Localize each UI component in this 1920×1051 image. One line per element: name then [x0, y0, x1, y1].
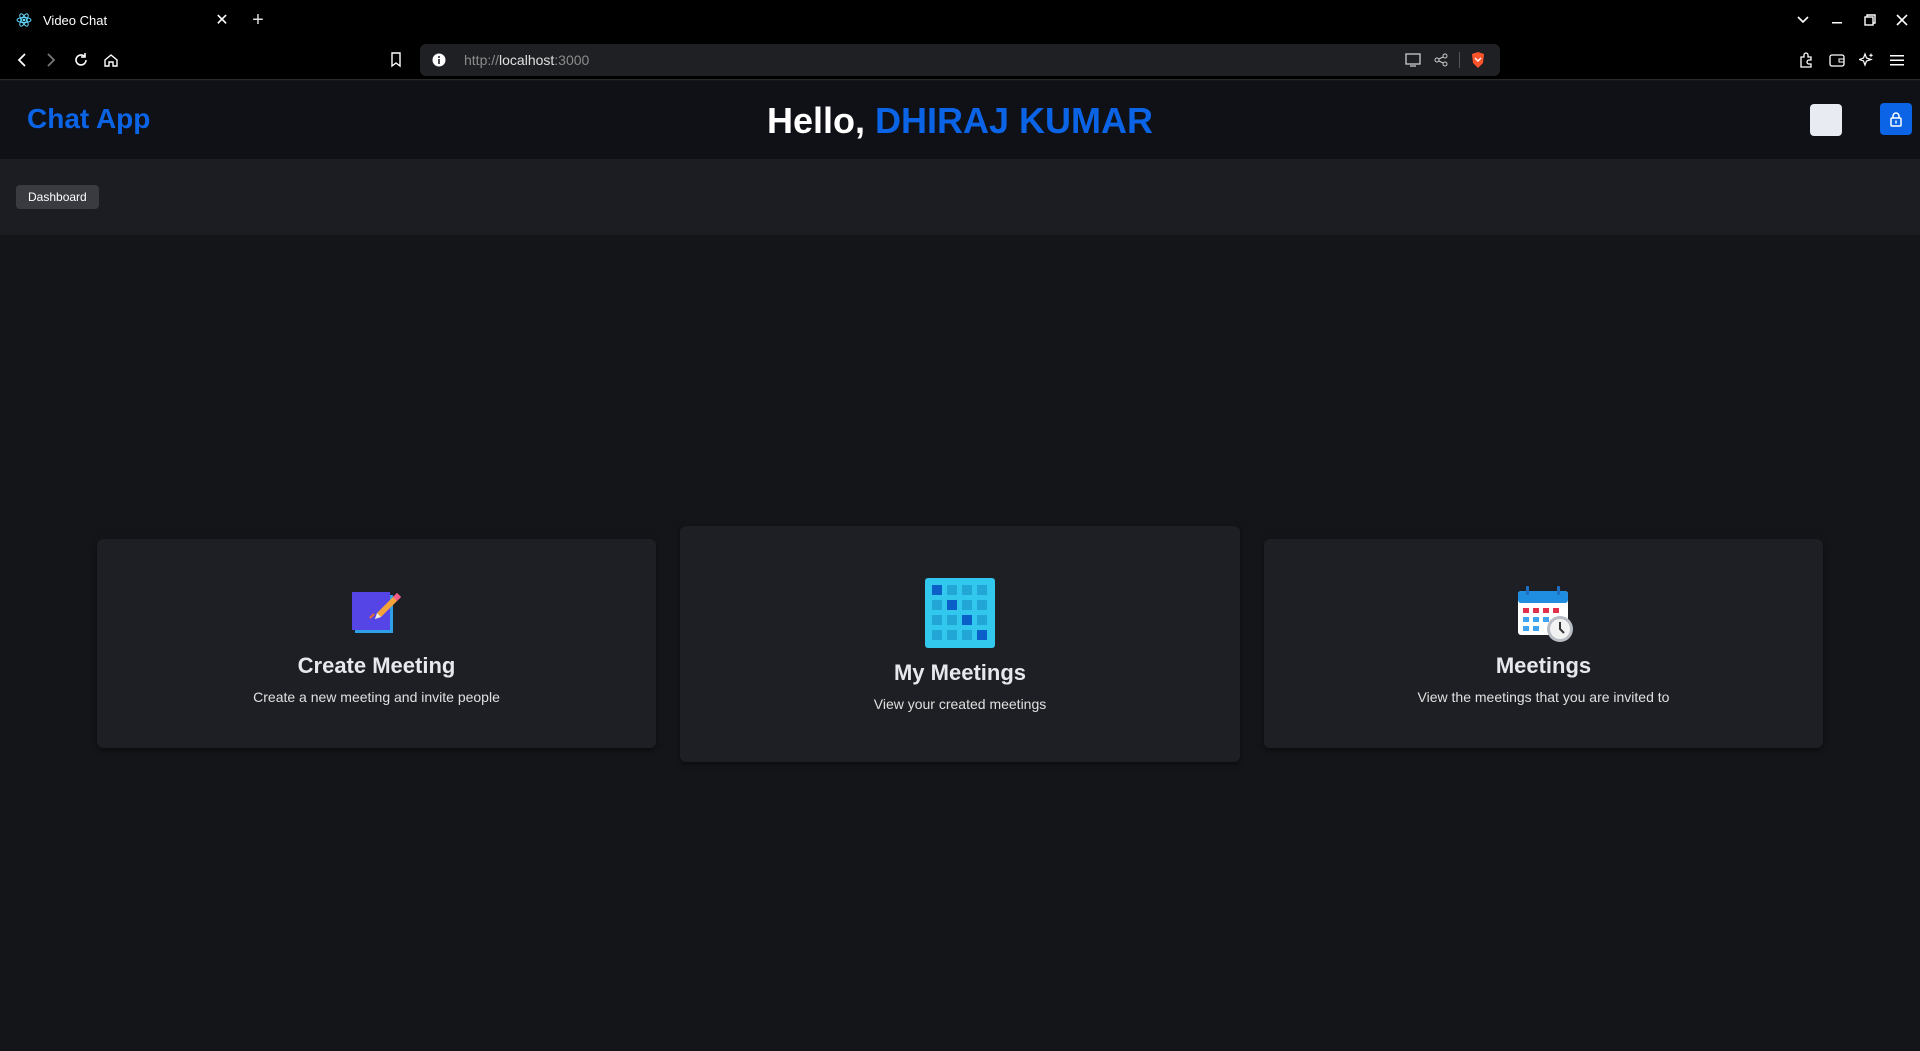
url-separator	[1459, 52, 1460, 68]
home-icon[interactable]	[97, 48, 125, 72]
site-info-icon[interactable]	[428, 49, 450, 71]
bookmark-icon[interactable]	[382, 48, 410, 72]
menu-icon[interactable]	[1883, 48, 1911, 72]
app-header: Chat App Hello, DHIRAJ KUMAR	[0, 81, 1920, 159]
calendar-grid-icon	[925, 578, 995, 648]
create-meeting-icon	[351, 592, 401, 633]
url-text[interactable]: http://localhost:3000	[464, 52, 1399, 68]
my-meetings-card[interactable]: My Meetings View your created meetings	[680, 526, 1240, 762]
wallet-icon[interactable]	[1823, 48, 1851, 72]
cast-icon[interactable]	[1399, 48, 1427, 72]
theme-toggle-button[interactable]	[1810, 104, 1842, 136]
invited-meetings-card[interactable]: Meetings View the meetings that you are …	[1264, 539, 1823, 748]
back-icon[interactable]	[8, 48, 36, 72]
page-title: Hello, DHIRAJ KUMAR	[0, 100, 1920, 142]
card-title: Meetings	[1495, 653, 1592, 678]
card-title: My Meetings	[893, 660, 1027, 685]
lock-icon	[1890, 112, 1902, 127]
browser-toolbar: http://localhost:3000	[0, 40, 1920, 80]
card-description: View the meetings that you are invited t…	[1417, 689, 1670, 705]
calendar-clock-icon	[1517, 586, 1573, 642]
card-description: Create a new meeting and invite people	[253, 689, 500, 705]
minimize-icon[interactable]	[1822, 8, 1852, 32]
leo-ai-icon[interactable]	[1853, 48, 1881, 72]
user-name: DHIRAJ KUMAR	[875, 100, 1154, 141]
restore-icon[interactable]	[1855, 8, 1885, 32]
breadcrumb-dashboard[interactable]: Dashboard	[16, 185, 99, 209]
close-window-icon[interactable]	[1887, 8, 1917, 32]
browser-tabbar: Video Chat ✕ +	[0, 0, 1920, 40]
greeting-text: Hello,	[766, 100, 865, 141]
close-tab-icon[interactable]: ✕	[212, 10, 232, 30]
share-icon[interactable]	[1427, 48, 1455, 72]
forward-icon[interactable]	[37, 48, 65, 72]
brave-shield-icon[interactable]	[1464, 48, 1492, 72]
breadcrumb: Dashboard	[0, 159, 1920, 235]
tab-title: Video Chat	[43, 12, 108, 28]
new-tab-button[interactable]: +	[248, 8, 268, 32]
browser-tab[interactable]: Video Chat ✕	[8, 4, 240, 36]
card-description: View your created meetings	[873, 696, 1047, 712]
logout-button[interactable]	[1880, 103, 1912, 135]
address-bar[interactable]: http://localhost:3000	[420, 44, 1500, 76]
tab-list-chevron-icon[interactable]	[1788, 8, 1818, 32]
card-title: Create Meeting	[297, 653, 456, 678]
extensions-icon[interactable]	[1792, 48, 1820, 72]
create-meeting-card[interactable]: Create Meeting Create a new meeting and …	[97, 539, 656, 748]
reload-icon[interactable]	[67, 48, 95, 72]
react-icon	[16, 13, 32, 27]
